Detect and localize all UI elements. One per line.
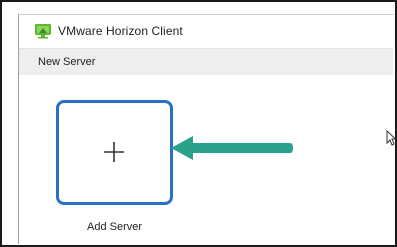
pointer-arrow-icon — [169, 133, 294, 168]
vmware-horizon-logo-icon — [34, 23, 52, 39]
new-server-menu-item[interactable]: New Server — [38, 56, 95, 68]
mouse-cursor-icon — [386, 129, 397, 151]
title-bar: VMware Horizon Client — [19, 15, 393, 47]
server-list-area: Add Server — [19, 75, 397, 243]
add-server-label: Add Server — [86, 221, 143, 233]
menu-bar: New Server — [19, 48, 393, 76]
window-title: VMware Horizon Client — [58, 24, 183, 38]
add-server-button[interactable] — [56, 100, 173, 205]
plus-icon — [103, 141, 125, 163]
